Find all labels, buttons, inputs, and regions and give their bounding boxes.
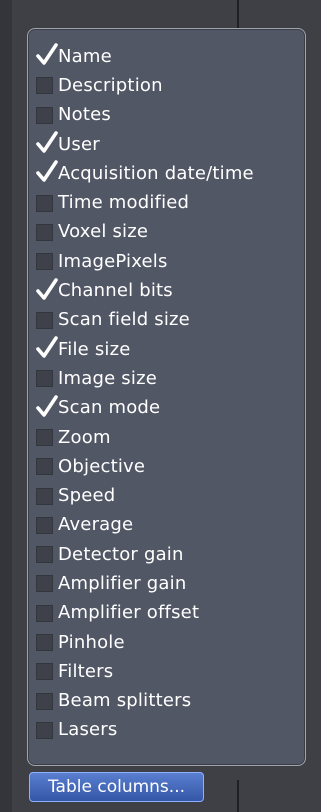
column-option-image-size[interactable]: Image size bbox=[36, 364, 254, 393]
column-option-objective[interactable]: Objective bbox=[36, 452, 254, 481]
column-options-list: Name Description Notes User Acquisition … bbox=[36, 42, 254, 745]
checkbox[interactable] bbox=[36, 663, 53, 681]
column-option-label: Name bbox=[58, 45, 112, 67]
column-option-description[interactable]: Description bbox=[36, 71, 254, 100]
bottom-divider-line bbox=[237, 780, 239, 812]
checkbox[interactable] bbox=[36, 575, 53, 593]
column-option-label: Zoom bbox=[58, 426, 111, 448]
column-option-label: Acquisition date/time bbox=[58, 162, 254, 184]
column-option-scan-field-size[interactable]: Scan field size bbox=[36, 306, 254, 335]
column-option-label: Detector gain bbox=[58, 543, 184, 565]
checkmark-icon bbox=[36, 160, 58, 183]
checkbox[interactable] bbox=[36, 106, 53, 124]
column-option-label: ImagePixels bbox=[58, 250, 168, 272]
column-option-label: Pinhole bbox=[58, 631, 125, 653]
column-option-name[interactable]: Name bbox=[36, 42, 254, 71]
column-option-detector-gain[interactable]: Detector gain bbox=[36, 540, 254, 569]
column-option-label: Notes bbox=[58, 104, 111, 126]
column-option-voxel-size[interactable]: Voxel size bbox=[36, 218, 254, 247]
column-option-label: Scan mode bbox=[58, 397, 161, 419]
checkbox-checked[interactable] bbox=[36, 277, 58, 300]
checkbox[interactable] bbox=[36, 604, 53, 622]
table-columns-button[interactable]: Table columns... bbox=[29, 772, 204, 802]
column-option-label: Amplifier gain bbox=[58, 572, 187, 594]
column-options-panel: Name Description Notes User Acquisition … bbox=[27, 28, 306, 766]
column-option-amplifier-offset[interactable]: Amplifier offset bbox=[36, 599, 254, 628]
column-option-label: Filters bbox=[58, 660, 114, 682]
checkbox[interactable] bbox=[36, 487, 53, 505]
left-edge-strip bbox=[0, 0, 12, 812]
column-option-filters[interactable]: Filters bbox=[36, 657, 254, 686]
column-option-channel-bits[interactable]: Channel bits bbox=[36, 276, 254, 305]
checkbox[interactable] bbox=[36, 223, 53, 241]
checkbox[interactable] bbox=[36, 311, 53, 329]
checkbox-checked[interactable] bbox=[36, 160, 58, 183]
column-option-zoom[interactable]: Zoom bbox=[36, 423, 254, 452]
checkbox[interactable] bbox=[36, 634, 53, 652]
checkbox[interactable] bbox=[36, 194, 53, 212]
column-option-scan-mode[interactable]: Scan mode bbox=[36, 394, 254, 423]
table-columns-menu-window: Name Description Notes User Acquisition … bbox=[0, 0, 321, 812]
checkmark-icon bbox=[36, 277, 58, 300]
column-option-label: Objective bbox=[58, 455, 146, 477]
column-option-user[interactable]: User bbox=[36, 130, 254, 159]
column-option-label: User bbox=[58, 133, 100, 155]
column-option-time-modified[interactable]: Time modified bbox=[36, 188, 254, 217]
checkbox[interactable] bbox=[36, 370, 53, 388]
column-option-lasers[interactable]: Lasers bbox=[36, 716, 254, 745]
column-option-pinhole[interactable]: Pinhole bbox=[36, 628, 254, 657]
checkmark-icon bbox=[36, 394, 58, 417]
checkmark-icon bbox=[36, 131, 58, 153]
column-option-label: Time modified bbox=[58, 192, 190, 214]
column-option-speed[interactable]: Speed bbox=[36, 481, 254, 510]
checkbox-checked[interactable] bbox=[36, 131, 58, 153]
column-option-average[interactable]: Average bbox=[36, 511, 254, 540]
checkbox[interactable] bbox=[36, 429, 53, 446]
column-option-label: Voxel size bbox=[58, 221, 149, 243]
column-option-label: Amplifier offset bbox=[58, 602, 200, 624]
checkbox[interactable] bbox=[36, 546, 53, 564]
column-option-imagepixels[interactable]: ImagePixels bbox=[36, 247, 254, 276]
top-divider-line bbox=[237, 0, 239, 30]
column-option-label: Description bbox=[58, 74, 163, 96]
checkbox[interactable] bbox=[36, 721, 53, 739]
checkbox[interactable] bbox=[36, 253, 53, 271]
column-option-label: Channel bits bbox=[58, 280, 173, 302]
checkbox-checked[interactable] bbox=[36, 336, 58, 358]
checkbox[interactable] bbox=[36, 77, 53, 95]
column-option-acquisition-date-time[interactable]: Acquisition date/time bbox=[36, 159, 254, 188]
column-option-label: Scan field size bbox=[58, 309, 190, 331]
checkmark-icon bbox=[36, 43, 58, 65]
checkbox-checked[interactable] bbox=[36, 394, 58, 417]
checkmark-icon bbox=[36, 336, 58, 358]
column-option-label: Speed bbox=[58, 485, 116, 507]
column-option-beam-splitters[interactable]: Beam splitters bbox=[36, 687, 254, 716]
column-option-label: Image size bbox=[58, 367, 157, 389]
checkbox[interactable] bbox=[36, 692, 53, 710]
checkbox[interactable] bbox=[36, 458, 53, 476]
column-option-label: Beam splitters bbox=[58, 690, 192, 712]
column-option-file-size[interactable]: File size bbox=[36, 335, 254, 364]
column-option-amplifier-gain[interactable]: Amplifier gain bbox=[36, 569, 254, 598]
checkbox-checked[interactable] bbox=[36, 43, 58, 65]
column-option-label: Average bbox=[58, 514, 134, 536]
checkbox[interactable] bbox=[36, 516, 53, 534]
column-option-notes[interactable]: Notes bbox=[36, 101, 254, 130]
column-option-label: File size bbox=[58, 338, 131, 360]
column-option-label: Lasers bbox=[58, 719, 118, 741]
